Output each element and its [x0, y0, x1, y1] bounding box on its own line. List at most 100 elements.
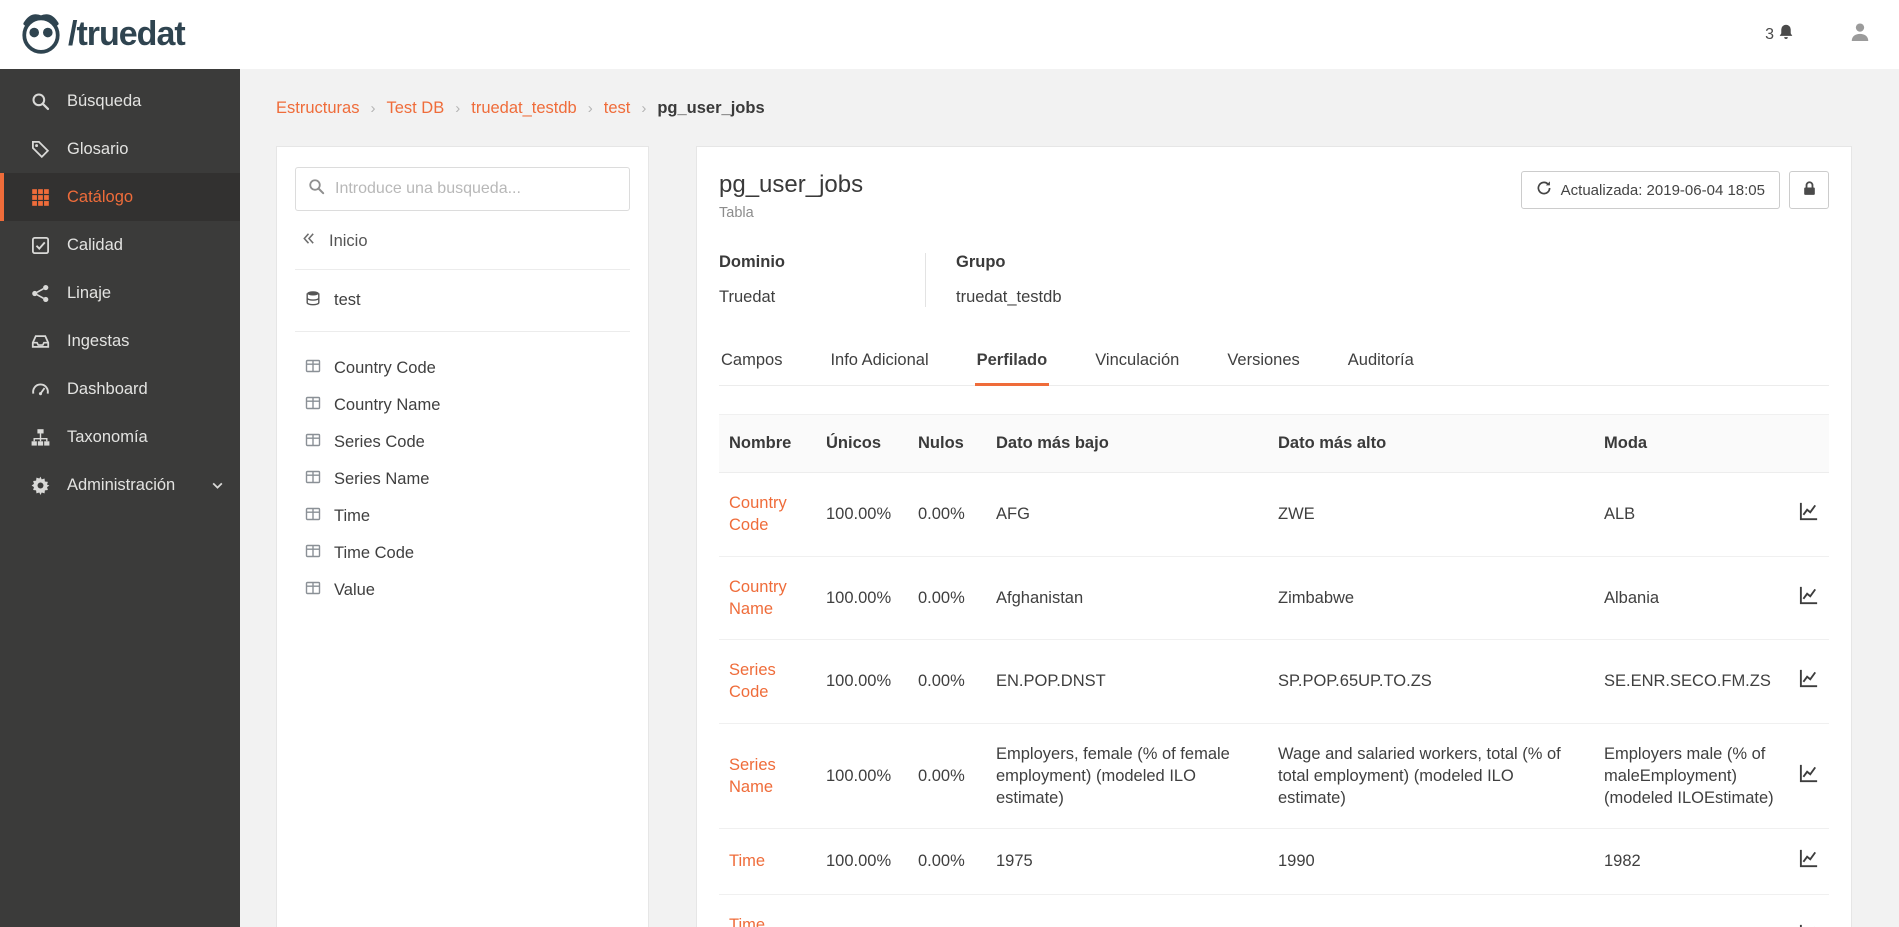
sidebar-item-label: Taxonomía — [67, 428, 148, 447]
breadcrumb-current: pg_user_jobs — [657, 99, 764, 118]
table-header-row: Nombre Únicos Nulos Dato más bajo Dato m… — [719, 415, 1829, 473]
field-link[interactable]: Country Code — [729, 494, 787, 534]
refresh-updated-button[interactable]: Actualizada: 2019-06-04 18:05 — [1521, 171, 1780, 209]
chart-line-icon[interactable] — [1799, 585, 1819, 605]
tab-auditoria[interactable]: Auditoría — [1346, 341, 1416, 386]
lowest-value: AFG — [986, 473, 1268, 557]
sidebar-item-label: Búsqueda — [67, 92, 141, 111]
domain-value: Truedat — [719, 288, 895, 307]
breadcrumb-link-truedat-testdb[interactable]: truedat_testdb — [471, 99, 577, 118]
tree-column-country-code[interactable]: Country Code — [305, 350, 630, 387]
tab-vinculacion[interactable]: Vinculación — [1093, 341, 1181, 386]
mode-value: YR1982 — [1594, 894, 1787, 927]
brand-text: /truedat — [68, 15, 185, 54]
field-link[interactable]: Time Code — [729, 916, 768, 927]
search-icon — [28, 92, 52, 111]
col-header-dato-mas-bajo: Dato más bajo — [986, 415, 1268, 473]
breadcrumb-link-test[interactable]: test — [604, 99, 631, 118]
detail-tabs: Campos Info Adicional Perfilado Vinculac… — [719, 341, 1829, 386]
table-column-icon — [305, 580, 321, 601]
tree-column-time-code[interactable]: Time Code — [305, 535, 630, 572]
tree-column-country-name[interactable]: Country Name — [305, 387, 630, 424]
table-row: Country Name 100.00% 0.00% Afghanistan Z… — [719, 556, 1829, 640]
metadata-section: Dominio Truedat Grupo truedat_testdb — [719, 253, 1829, 307]
check-square-icon — [28, 236, 52, 255]
field-link[interactable]: Time — [729, 852, 765, 870]
tree-column-label: Time — [334, 507, 370, 526]
tree-column-label: Time Code — [334, 544, 414, 563]
lock-icon — [1801, 180, 1818, 201]
unique-pct: 100.00% — [816, 829, 908, 894]
field-link[interactable]: Series Name — [729, 756, 776, 796]
group-label: Grupo — [956, 253, 1062, 272]
chart-line-icon[interactable] — [1799, 763, 1819, 783]
col-header-unicos: Únicos — [816, 415, 908, 473]
sidebar-item-label: Linaje — [67, 284, 111, 303]
chart-line-icon[interactable] — [1799, 668, 1819, 688]
tree-column-value[interactable]: Value — [305, 572, 630, 609]
mode-value: ALB — [1594, 473, 1787, 557]
user-menu-button[interactable] — [1849, 21, 1871, 48]
tree-column-list: Country Code Country Name Series Code Se… — [295, 332, 630, 609]
col-header-nombre: Nombre — [719, 415, 816, 473]
chart-line-icon[interactable] — [1799, 501, 1819, 521]
tab-perfilado[interactable]: Perfilado — [975, 341, 1050, 386]
sitemap-icon — [28, 428, 52, 447]
tree-root-label: test — [334, 291, 361, 310]
grid-icon — [28, 188, 52, 207]
sidebar-item-linaje[interactable]: Linaje — [0, 269, 240, 317]
unique-pct: 100.00% — [816, 473, 908, 557]
sidebar-item-busqueda[interactable]: Búsqueda — [0, 77, 240, 125]
sidebar-item-dashboard[interactable]: Dashboard — [0, 365, 240, 413]
sidebar-item-taxonomia[interactable]: Taxonomía — [0, 413, 240, 461]
field-link[interactable]: Series Code — [729, 661, 776, 701]
search-icon — [308, 178, 325, 200]
mode-value: Employers male (% of maleEmployment) (mo… — [1594, 723, 1787, 829]
sidebar-item-administracion[interactable]: Administración — [0, 461, 240, 509]
breadcrumb-separator: › — [455, 100, 460, 117]
double-chevron-left-icon — [301, 231, 316, 251]
lowest-value: EN.POP.DNST — [986, 640, 1268, 724]
tree-search-box — [295, 167, 630, 211]
lowest-value: YR1975 — [986, 894, 1268, 927]
table-column-icon — [305, 395, 321, 416]
tags-icon — [28, 140, 52, 159]
tab-info-adicional[interactable]: Info Adicional — [828, 341, 930, 386]
breadcrumb: Estructuras › Test DB › truedat_testdb ›… — [276, 99, 1852, 118]
sidebar-item-label: Catálogo — [67, 188, 133, 207]
tab-versiones[interactable]: Versiones — [1225, 341, 1301, 386]
structure-detail-panel: pg_user_jobs Tabla Actualizada: 2019-06-… — [696, 146, 1852, 927]
table-row: Series Name 100.00% 0.00% Employers, fem… — [719, 723, 1829, 829]
breadcrumb-separator: › — [370, 100, 375, 117]
chart-line-icon[interactable] — [1799, 923, 1819, 927]
truedat-logo[interactable]: /truedat — [18, 9, 185, 60]
field-link[interactable]: Country Name — [729, 578, 787, 618]
updated-label: Actualizada: 2019-06-04 18:05 — [1561, 182, 1765, 199]
tree-back-inicio[interactable]: Inicio — [295, 211, 630, 270]
tab-campos[interactable]: Campos — [719, 341, 784, 386]
table-column-icon — [305, 358, 321, 379]
breadcrumb-link-estructuras[interactable]: Estructuras — [276, 99, 359, 118]
mode-value: Albania — [1594, 556, 1787, 640]
tree-search-input[interactable] — [335, 180, 617, 198]
tree-column-label: Series Code — [334, 433, 425, 452]
sidebar-item-catalogo[interactable]: Catálogo — [0, 173, 240, 221]
tree-column-series-name[interactable]: Series Name — [305, 461, 630, 498]
tree-root-item[interactable]: test — [295, 270, 630, 332]
sidebar-item-label: Glosario — [67, 140, 128, 159]
notification-count: 3 — [1765, 26, 1774, 44]
chevron-down-icon — [211, 479, 224, 492]
tree-column-label: Country Code — [334, 359, 436, 378]
sidebar-item-ingestas[interactable]: Ingestas — [0, 317, 240, 365]
tree-column-time[interactable]: Time — [305, 498, 630, 535]
chart-line-icon[interactable] — [1799, 848, 1819, 868]
lowest-value: 1975 — [986, 829, 1268, 894]
tree-column-series-code[interactable]: Series Code — [305, 424, 630, 461]
table-row: Series Code 100.00% 0.00% EN.POP.DNST SP… — [719, 640, 1829, 724]
sidebar-item-glosario[interactable]: Glosario — [0, 125, 240, 173]
sidebar-item-calidad[interactable]: Calidad — [0, 221, 240, 269]
notifications-button[interactable]: 3 — [1765, 23, 1795, 46]
lock-button[interactable] — [1789, 171, 1829, 209]
sidebar-item-label: Administración — [67, 476, 175, 495]
breadcrumb-link-testdb[interactable]: Test DB — [386, 99, 444, 118]
